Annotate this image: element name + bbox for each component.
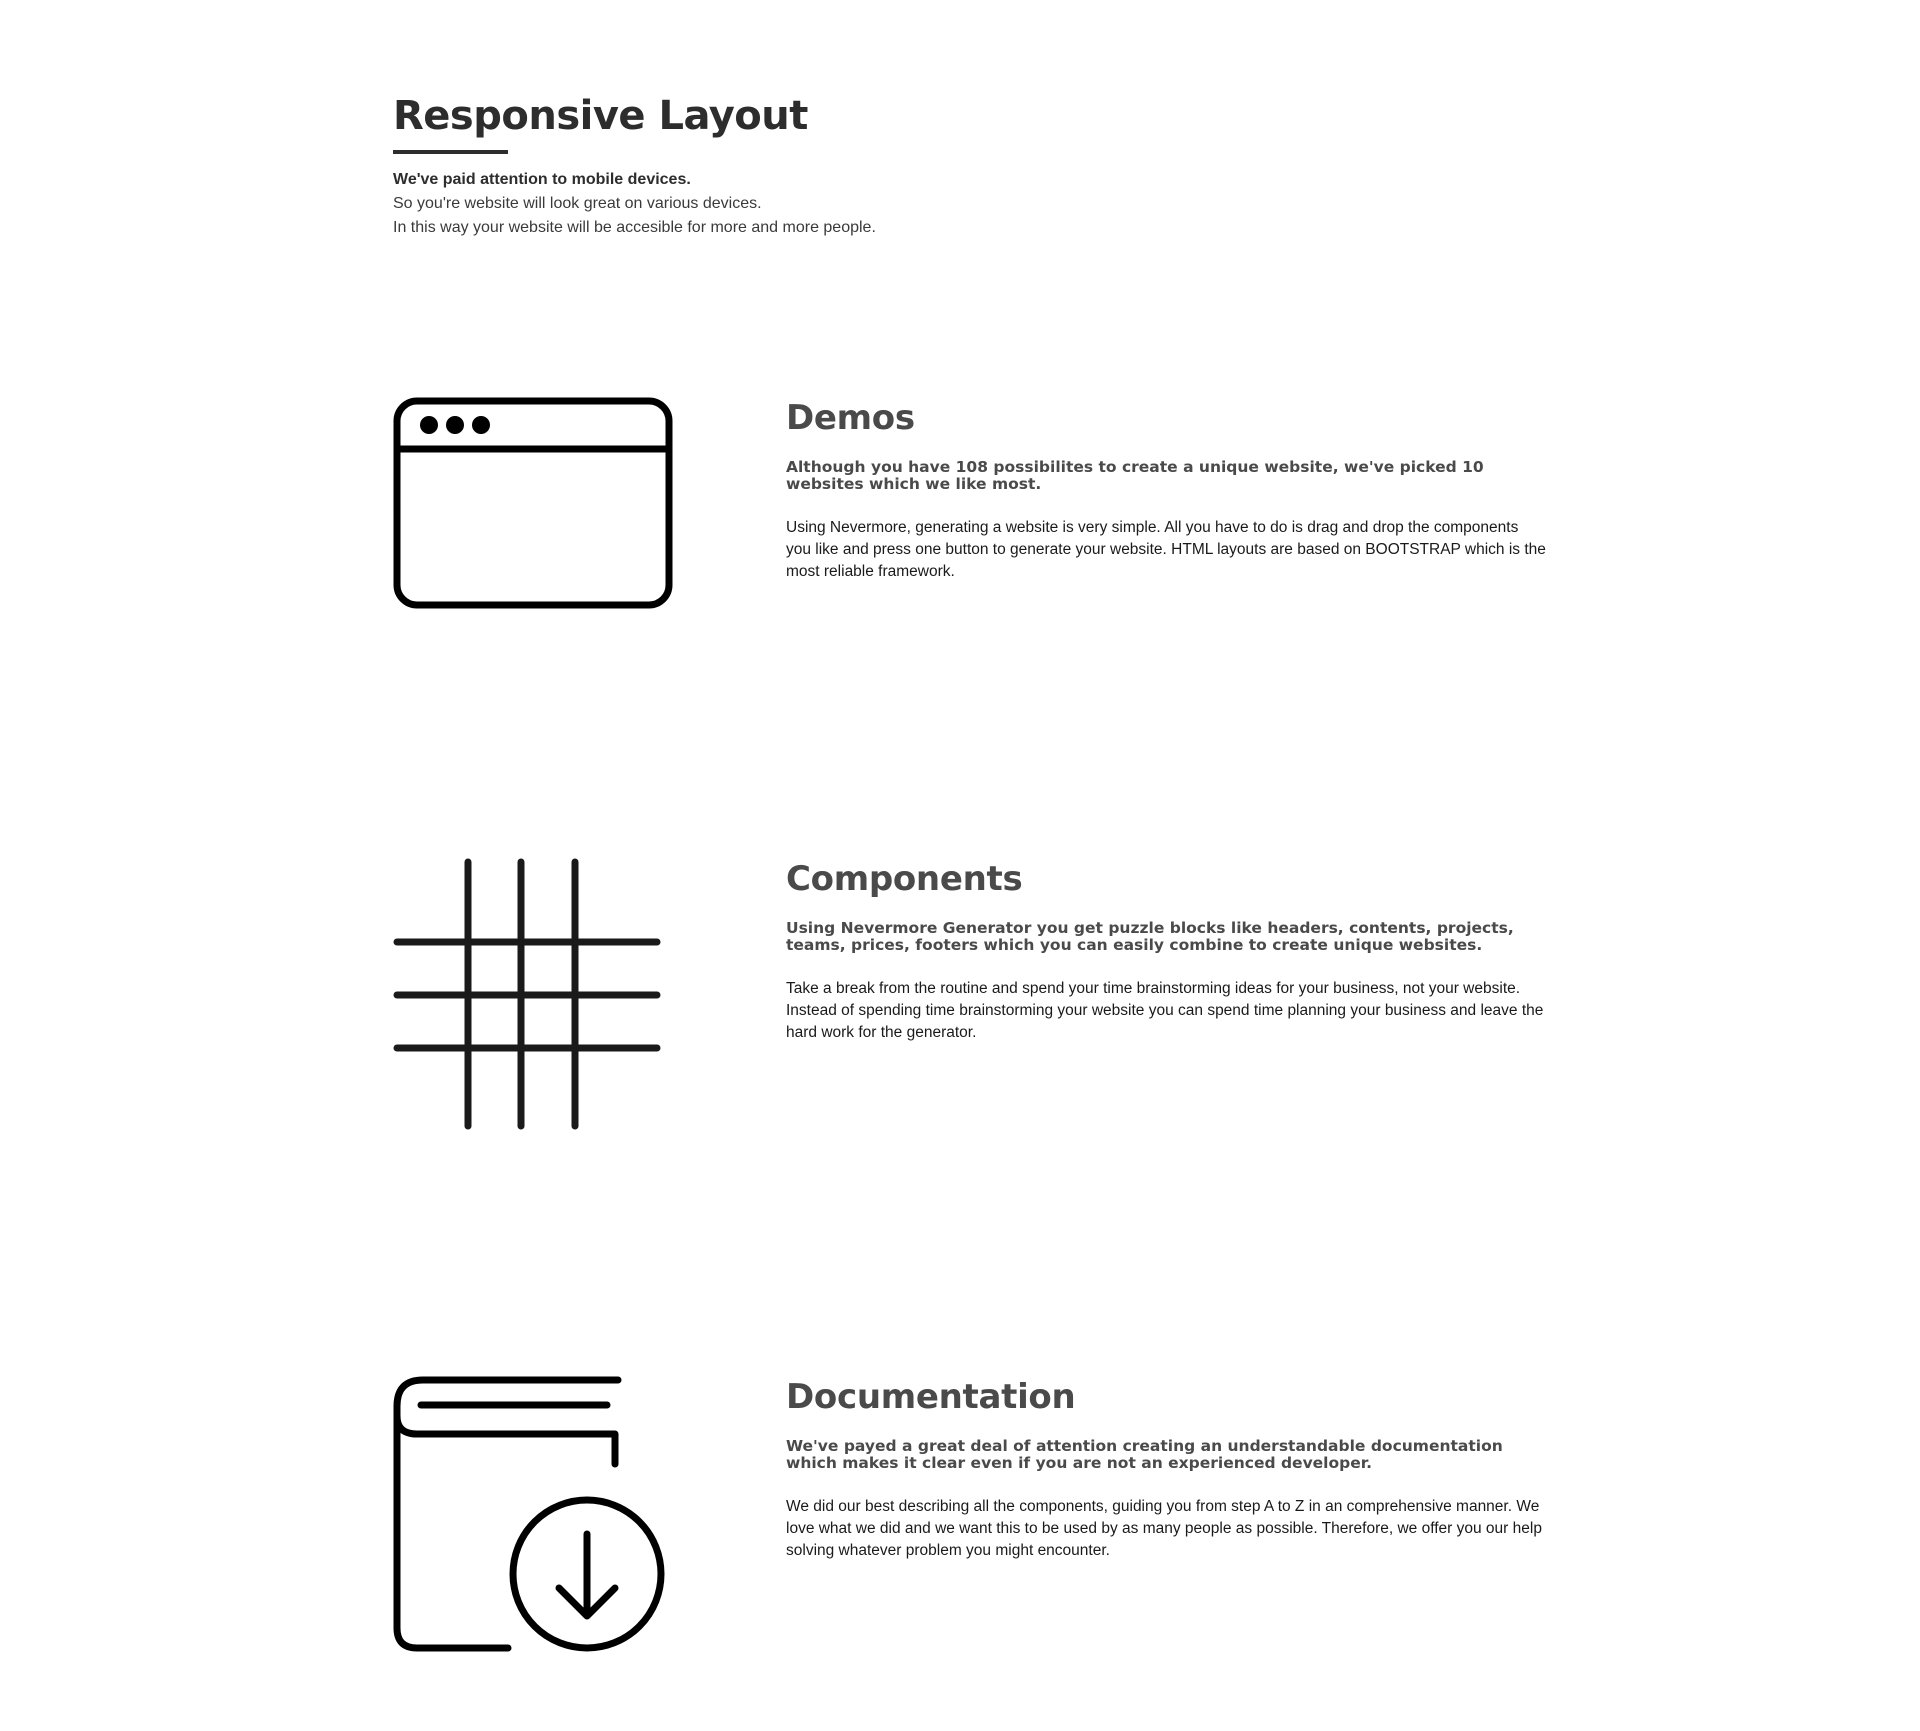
feature-body: Documentation We've payed a great deal o… bbox=[786, 1376, 1546, 1562]
feature-lead: Although you have 108 possibilites to cr… bbox=[786, 458, 1484, 493]
feature-text: Take a break from the routine and spend … bbox=[786, 980, 1544, 1041]
title-underline bbox=[393, 150, 508, 154]
intro-text: We've paid attention to mobile devices. … bbox=[393, 168, 1293, 240]
book-download-icon bbox=[393, 1376, 673, 1657]
intro-line: So you're website will look great on var… bbox=[393, 195, 762, 212]
feature-text: We did our best describing all the compo… bbox=[786, 1498, 1542, 1559]
feature-text: Using Nevermore, generating a website is… bbox=[786, 519, 1546, 580]
page-title: Responsive Layout bbox=[393, 93, 808, 139]
page-header: Responsive Layout We've paid attention t… bbox=[393, 88, 1293, 240]
feature-lead: We've payed a great deal of attention cr… bbox=[786, 1437, 1503, 1472]
feature-body: Demos Although you have 108 possibilites… bbox=[786, 397, 1546, 583]
feature-title: Components bbox=[786, 859, 1023, 899]
grid-icon bbox=[393, 858, 663, 1135]
feature-title: Documentation bbox=[786, 1377, 1076, 1417]
feature-lead: Using Nevermore Generator you get puzzle… bbox=[786, 919, 1514, 954]
browser-window-icon bbox=[393, 397, 673, 614]
feature-body: Components Using Nevermore Generator you… bbox=[786, 858, 1546, 1044]
feature-title: Demos bbox=[786, 398, 915, 438]
intro-line: In this way your website will be accesib… bbox=[393, 219, 876, 236]
intro-lead: We've paid attention to mobile devices. bbox=[393, 171, 691, 188]
